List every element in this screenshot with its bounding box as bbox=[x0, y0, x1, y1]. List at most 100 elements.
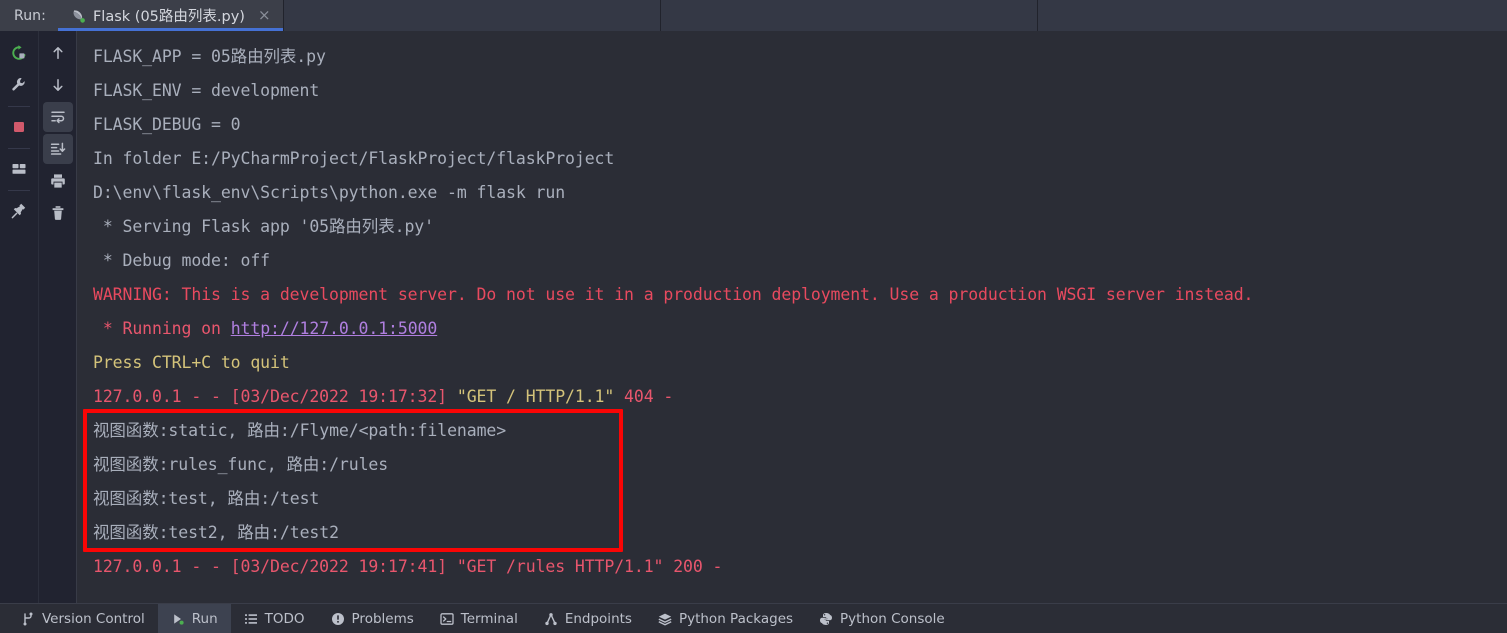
toolbar-separator-2 bbox=[8, 148, 30, 149]
stop-square-icon bbox=[10, 118, 28, 136]
console-line: FLASK_DEBUG = 0 bbox=[93, 108, 1507, 142]
console-line: D:\env\flask_env\Scripts\python.exe -m f… bbox=[93, 176, 1507, 210]
printer-icon bbox=[49, 172, 67, 190]
status-item-label: Problems bbox=[351, 610, 414, 627]
status-item-label: Python Packages bbox=[678, 610, 794, 627]
pin-icon bbox=[10, 202, 28, 220]
console-text: 视图函数:static, 路由:/Flyme/<path:filename> bbox=[93, 421, 507, 440]
play-icon bbox=[171, 612, 185, 626]
console-line: FLASK_ENV = development bbox=[93, 74, 1507, 108]
status-item-label: Version Control bbox=[42, 610, 145, 627]
console-output[interactable]: FLASK_APP = 05路由列表.py FLASK_ENV = develop… bbox=[76, 31, 1507, 603]
console-line: * Debug mode: off bbox=[93, 244, 1507, 278]
wrench-icon bbox=[10, 76, 28, 94]
soft-wrap-button[interactable] bbox=[42, 102, 73, 132]
console-line: 视图函数:test2, 路由:/test2 bbox=[93, 516, 1507, 550]
status-todo[interactable]: TODO bbox=[231, 604, 318, 633]
status-item-label: Terminal bbox=[460, 610, 518, 627]
endpoints-icon bbox=[544, 612, 558, 626]
settings-button[interactable] bbox=[4, 70, 34, 100]
pycharm-run-tool-window: Run: Flask (05路由列表.py) × FLASK_APP = 05路… bbox=[0, 0, 1507, 633]
status-run[interactable]: Run bbox=[157, 604, 231, 633]
run-tab-bar: Run: Flask (05路由列表.py) × bbox=[0, 0, 1507, 31]
scroll-to-end-icon bbox=[49, 140, 67, 158]
console-text: 404 - bbox=[614, 387, 674, 406]
console-line: * Running on http://127.0.0.1:5000 bbox=[93, 312, 1507, 346]
run-window-body: FLASK_APP = 05路由列表.py FLASK_ENV = develop… bbox=[0, 31, 1507, 603]
pin-button[interactable] bbox=[4, 196, 34, 226]
console-text: 视图函数:test, 路由:/test bbox=[93, 489, 320, 508]
run-tab-title: Flask (05路由列表.py) bbox=[92, 9, 245, 25]
console-text: 视图函数:test2, 路由:/test2 bbox=[93, 523, 339, 542]
packages-icon bbox=[658, 612, 672, 626]
console-text: WARNING: This is a development server. D… bbox=[93, 285, 1254, 304]
soft-wrap-icon bbox=[49, 108, 67, 126]
console-line: FLASK_APP = 05路由列表.py bbox=[93, 40, 1507, 74]
console-line: WARNING: This is a development server. D… bbox=[93, 278, 1507, 312]
arrow-down-icon bbox=[49, 76, 67, 94]
print-button[interactable] bbox=[43, 166, 73, 196]
status-item-label: Python Console bbox=[840, 610, 945, 627]
console-text: * Debug mode: off bbox=[93, 251, 271, 270]
status-problems[interactable]: Problems bbox=[318, 604, 427, 633]
warning-circle-icon bbox=[331, 612, 345, 626]
console-link[interactable]: http://127.0.0.1:5000 bbox=[231, 319, 438, 338]
console-text: "GET / HTTP/1.1" bbox=[456, 387, 615, 406]
console-text: FLASK_APP = 05路由列表.py bbox=[93, 47, 326, 66]
console-text: * Serving Flask app '05路由列表.py' bbox=[93, 217, 434, 236]
status-python-console[interactable]: Python Console bbox=[806, 604, 958, 633]
status-item-label: TODO bbox=[264, 610, 305, 627]
scroll-end-button[interactable] bbox=[42, 134, 73, 164]
console-text: FLASK_ENV = development bbox=[93, 81, 320, 100]
layout-button[interactable] bbox=[4, 154, 34, 184]
status-item-label: Endpoints bbox=[564, 610, 632, 627]
terminal-icon bbox=[440, 612, 454, 626]
console-text: In folder E:/PyCharmProject/FlaskProject… bbox=[93, 149, 615, 168]
status-version-control[interactable]: Version Control bbox=[8, 604, 158, 633]
close-icon[interactable]: × bbox=[256, 8, 273, 23]
console-text: 视图函数:rules_func, 路由:/rules bbox=[93, 455, 389, 474]
list-icon bbox=[244, 612, 258, 626]
trash-icon bbox=[49, 204, 67, 222]
run-tab-flask[interactable]: Flask (05路由列表.py) × bbox=[57, 0, 283, 31]
console-text: Press CTRL+C to quit bbox=[93, 353, 290, 372]
flask-icon bbox=[70, 8, 86, 24]
status-item-label: Run bbox=[191, 610, 218, 627]
up-button[interactable] bbox=[43, 38, 73, 68]
stop-button[interactable] bbox=[4, 112, 34, 142]
status-terminal[interactable]: Terminal bbox=[427, 604, 531, 633]
console-line: 视图函数:rules_func, 路由:/rules bbox=[93, 448, 1507, 482]
clear-button[interactable] bbox=[43, 198, 73, 228]
console-text: * Running on bbox=[93, 319, 231, 338]
console-line: 视图函数:static, 路由:/Flyme/<path:filename> bbox=[93, 414, 1507, 448]
rerun-icon bbox=[10, 44, 28, 62]
status-python-packages[interactable]: Python Packages bbox=[645, 604, 806, 633]
console-line: 127.0.0.1 - - [03/Dec/2022 19:17:41] "GE… bbox=[93, 550, 1507, 584]
console-line: * Serving Flask app '05路由列表.py' bbox=[93, 210, 1507, 244]
python-icon bbox=[819, 612, 833, 626]
console-actions-toolbar bbox=[38, 31, 76, 603]
toolbar-separator-1 bbox=[8, 106, 30, 107]
toolbar-separator-3 bbox=[8, 190, 30, 191]
console-line: Press CTRL+C to quit bbox=[93, 346, 1507, 380]
runbar-segment-1 bbox=[282, 0, 660, 31]
console-text: 127.0.0.1 - - [03/Dec/2022 19:17:41] "GE… bbox=[93, 557, 723, 576]
console-line: In folder E:/PyCharmProject/FlaskProject… bbox=[93, 142, 1507, 176]
branch-icon bbox=[21, 612, 35, 626]
rerun-button[interactable] bbox=[4, 38, 34, 68]
status-endpoints[interactable]: Endpoints bbox=[531, 604, 645, 633]
runbar-segment-2 bbox=[659, 0, 1037, 31]
console-text-area[interactable]: FLASK_APP = 05路由列表.py FLASK_ENV = develop… bbox=[77, 31, 1507, 603]
down-button[interactable] bbox=[43, 70, 73, 100]
console-text: 127.0.0.1 - - [03/Dec/2022 19:17:32] bbox=[93, 387, 457, 406]
bottom-tool-window-bar: Version Control Run TODO Problems Terminal En… bbox=[0, 603, 1507, 633]
arrow-up-icon bbox=[49, 44, 67, 62]
run-label: Run: bbox=[14, 7, 46, 24]
layout-icon bbox=[10, 160, 28, 178]
console-line: 127.0.0.1 - - [03/Dec/2022 19:17:32] "GE… bbox=[93, 380, 1507, 414]
console-text: D:\env\flask_env\Scripts\python.exe -m f… bbox=[93, 183, 566, 202]
console-line: 视图函数:test, 路由:/test bbox=[93, 482, 1507, 516]
console-text: FLASK_DEBUG = 0 bbox=[93, 115, 241, 134]
runbar-segment-3 bbox=[1036, 0, 1507, 31]
run-actions-toolbar bbox=[0, 31, 38, 603]
